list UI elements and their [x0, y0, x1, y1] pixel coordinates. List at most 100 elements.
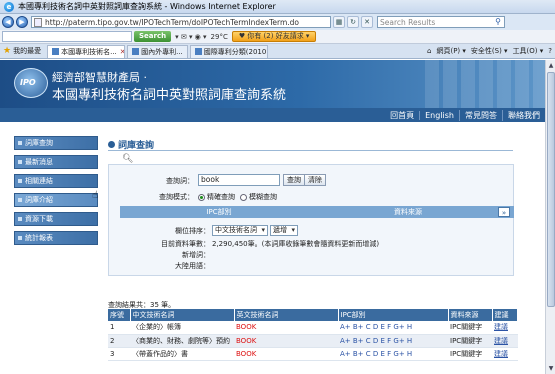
row-ipc[interactable]: A+ B+ C D E F G+ H	[338, 321, 448, 335]
scroll-down-icon[interactable]: ▼	[547, 364, 555, 373]
nav-english-link[interactable]: English	[419, 110, 459, 120]
radio-indicator	[198, 193, 205, 201]
logo-text: IPO	[20, 78, 36, 87]
safety-menu[interactable]: 安全性(S) ▾	[471, 46, 508, 56]
search-placeholder: Search Results	[380, 17, 436, 27]
row-suggest-link[interactable]: 建議	[492, 321, 518, 335]
sidebar-item-term-query[interactable]: 詞庫查詢	[14, 136, 98, 150]
favorites-star-icon[interactable]: ★	[3, 46, 11, 56]
mode-exact-label: 精確查詢	[207, 193, 235, 201]
forward-button[interactable]: ▶	[16, 16, 28, 28]
home-icon[interactable]: ⌂	[427, 47, 431, 55]
row-english[interactable]: BOOK	[234, 347, 338, 361]
sidebar-item-downloads[interactable]: 資源下載	[14, 212, 98, 226]
search-icon[interactable]: ⚲	[492, 17, 504, 27]
tab-current[interactable]: 本國專利技術名... ✕	[47, 44, 126, 58]
col-chinese[interactable]: 中文技術名詞	[130, 309, 235, 321]
ipc-letters[interactable]: A+ B+ C D E F G+ H	[340, 337, 412, 345]
expand-filter-icon[interactable]: »	[498, 207, 510, 217]
title-divider	[108, 150, 513, 151]
query-button[interactable]: 查詢	[283, 174, 305, 186]
tab-label: 本國專利技術名...	[61, 47, 117, 56]
nav-faq-link[interactable]: 常見問答	[459, 109, 502, 121]
vertical-scrollbar[interactable]: ▲ ▼	[545, 60, 555, 374]
refresh-icon[interactable]: ↻	[347, 16, 359, 28]
scroll-up-icon[interactable]: ▲	[547, 61, 555, 70]
help-menu[interactable]: ?	[548, 47, 552, 55]
col-ipc[interactable]: IPC部別	[338, 309, 449, 321]
results-header-row: 序號 中文技術名詞 英文技術名詞 IPC部別 資料來源 建議	[108, 309, 518, 321]
table-row: 2 〈商業的、財務、劇院等〉預約 BOOK A+ B+ C D E F G+ H…	[108, 334, 518, 348]
stop-icon[interactable]: ✕	[361, 16, 373, 28]
compatibility-icon[interactable]: ▦	[333, 16, 345, 28]
mode-label: 查詢模式：	[159, 193, 194, 201]
browser-search-input[interactable]: Search Results ⚲	[377, 16, 505, 28]
window-titlebar: e 本國專利技術名詞中英對照詞庫查詢系統 - Windows Internet …	[0, 0, 555, 14]
row-english[interactable]: BOOK	[234, 321, 338, 335]
results-table: 序號 中文技術名詞 英文技術名詞 IPC部別 資料來源 建議 1 〈企業的〉帳簿…	[108, 309, 518, 361]
tab-favicon-icon	[194, 48, 202, 55]
sidebar-item-statistics[interactable]: 統計報表	[14, 231, 98, 245]
agency-name: 經濟部智慧財產局 ·	[52, 71, 147, 84]
filter-source-label[interactable]: 資料來源	[318, 207, 498, 217]
back-button[interactable]: ◀	[2, 16, 14, 28]
tab-3[interactable]: 國際專利分類(2010...	[189, 44, 268, 58]
total-value: 2,290,450筆。(本詞庫收錄筆數會隨資料更新而增減)	[212, 240, 380, 248]
sort-field-select[interactable]: 中文技術名詞	[212, 225, 268, 236]
sort-order-select[interactable]: 遞增	[270, 225, 298, 236]
tipo-logo: IPO	[14, 68, 48, 98]
friend-request-button[interactable]: ♥ 你有 (2) 好友請求 ▾	[231, 31, 317, 42]
row-chinese: 〈企業的〉帳簿	[130, 321, 234, 335]
nav-home-link[interactable]: 回首頁	[385, 110, 419, 121]
url-field[interactable]: http://paterm.tipo.gov.tw/IPOTechTerm/do…	[31, 16, 331, 28]
title-bullet-icon	[108, 141, 115, 148]
col-no[interactable]: 序號	[108, 309, 131, 321]
col-source[interactable]: 資料來源	[448, 309, 493, 321]
clear-button[interactable]: 清除	[304, 174, 326, 186]
col-suggest[interactable]: 建議	[492, 309, 518, 321]
table-row: 3 〈帶蓋作品的〉書 BOOK A+ B+ C D E F G+ H IPC關鍵…	[108, 347, 518, 361]
mode-fuzzy-radio[interactable]: 模糊查詢	[240, 192, 277, 202]
ipc-letters[interactable]: A+ B+ C D E F G+ H	[340, 350, 412, 358]
filter-bar: IPC部別 資料來源 »	[120, 206, 514, 218]
tab-label: 國際專利分類(2010...	[203, 47, 268, 56]
row-english[interactable]: BOOK	[234, 334, 338, 348]
filter-ipc-label[interactable]: IPC部別	[120, 207, 318, 217]
row-ipc[interactable]: A+ B+ C D E F G+ H	[338, 334, 448, 348]
sort-label: 欄位排序：	[175, 227, 210, 235]
row-source: IPC關鍵字	[448, 334, 492, 348]
tab-2[interactable]: 國內外專利...	[127, 44, 188, 58]
close-tab-icon[interactable]: ✕	[120, 48, 124, 56]
sidebar-item-links[interactable]: 相關連結	[14, 174, 98, 188]
sidebar-item-intro[interactable]: 詞庫介紹	[14, 193, 98, 207]
row-suggest-link[interactable]: 建議	[492, 347, 518, 361]
toolbar-icons[interactable]: ▾ ✉ ▾ ◉ ▾	[175, 33, 206, 41]
mode-fuzzy-label: 模糊查詢	[249, 193, 277, 201]
weather-readout[interactable]: 29°C	[211, 33, 228, 41]
ipc-letters[interactable]: A+ B+ C D E F G+ H	[340, 323, 412, 331]
command-bar: ⌂ 網頁(P) ▾ 安全性(S) ▾ 工具(O) ▾ ?	[427, 46, 555, 56]
keyword-input[interactable]: book	[198, 174, 280, 186]
nav-contact-link[interactable]: 聯絡我們	[502, 109, 545, 121]
favorites-label[interactable]: 我的最愛	[13, 46, 41, 56]
toolbar-search-input[interactable]	[2, 31, 132, 42]
scrollbar-thumb[interactable]	[547, 72, 555, 307]
row-no: 2	[108, 334, 130, 348]
tab-label: 國內外專利...	[141, 47, 183, 56]
system-name: 本國專利技術名詞中英對照詞庫查詢系統	[52, 88, 287, 103]
row-source: IPC關鍵字	[448, 321, 492, 335]
keyword-label: 查詢詞：	[166, 177, 194, 185]
row-ipc[interactable]: A+ B+ C D E F G+ H	[338, 347, 448, 361]
row-suggest-link[interactable]: 建議	[492, 334, 518, 348]
search-toolbar: Search ▾ ✉ ▾ ◉ ▾ 29°C ♥ 你有 (2) 好友請求 ▾	[0, 30, 555, 44]
page-menu[interactable]: 網頁(P) ▾	[436, 46, 465, 56]
col-english[interactable]: 英文技術名詞	[234, 309, 339, 321]
address-bar: ◀ ▶ http://paterm.tipo.gov.tw/IPOTechTer…	[0, 14, 555, 30]
mode-exact-radio[interactable]: 精確查詢	[198, 192, 235, 202]
toolbar-search-button[interactable]: Search	[134, 31, 172, 42]
tools-menu[interactable]: 工具(O) ▾	[513, 46, 544, 56]
sidebar-item-news[interactable]: 最新消息	[14, 155, 98, 169]
radio-indicator	[240, 193, 247, 201]
new-terms-label: 新增詞：	[182, 251, 210, 259]
hand-cursor-icon: ☝	[92, 190, 99, 201]
